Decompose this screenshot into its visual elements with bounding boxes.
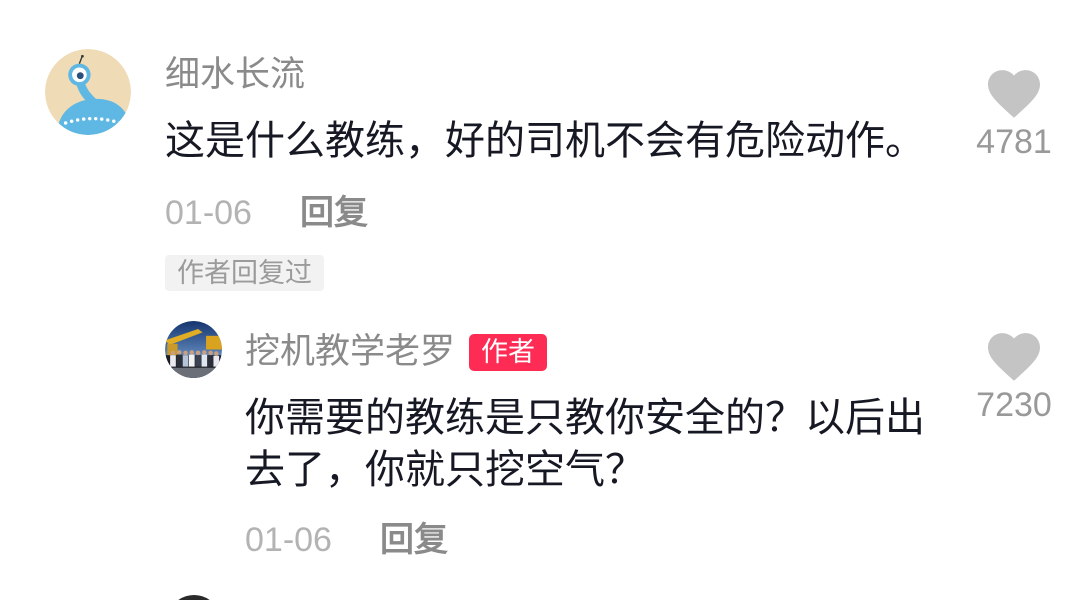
reply-to-reply-button[interactable]: 回复	[380, 520, 448, 560]
like-button[interactable]: 4781	[954, 70, 1074, 162]
reply-button[interactable]: 回复	[300, 193, 368, 233]
like-count[interactable]: 4781	[954, 122, 1074, 162]
reply-username[interactable]: 挖机教学老罗	[245, 332, 455, 372]
comment-meta: 01-06 回复	[165, 193, 368, 233]
author-avatar[interactable]	[165, 321, 222, 378]
reply-like-count[interactable]: 7230	[954, 385, 1074, 425]
commenter-avatar[interactable]	[45, 49, 131, 135]
reply-meta: 01-06 回复	[245, 520, 448, 560]
alien-character	[45, 49, 131, 135]
reply-text[interactable]: 你需要的教练是只教你安全的？以后出去了，你就只挖空气？	[245, 392, 945, 496]
author-replied-tag: 作者回复过	[165, 255, 324, 291]
reply-date: 01-06	[245, 521, 332, 559]
comment-date: 01-06	[165, 194, 252, 232]
comment-section: 细水长流 这是什么教练，好的司机不会有危险动作。 01-06 回复 作者回复过 …	[0, 0, 1080, 600]
reply-header: 挖机教学老罗 作者	[245, 332, 548, 372]
commenter-username[interactable]: 细水长流	[165, 55, 305, 95]
group-photo-avatar-image	[165, 321, 222, 378]
alien-avatar-image	[45, 49, 131, 135]
group-photo	[165, 321, 222, 378]
heart-icon[interactable]	[988, 70, 1040, 118]
heart-icon[interactable]	[988, 333, 1040, 381]
reply-like-button[interactable]: 7230	[954, 333, 1074, 425]
comment-text[interactable]: 这是什么教练，好的司机不会有危险动作。	[165, 115, 955, 167]
next-comment-avatar[interactable]	[166, 594, 222, 600]
author-badge: 作者	[469, 333, 548, 371]
